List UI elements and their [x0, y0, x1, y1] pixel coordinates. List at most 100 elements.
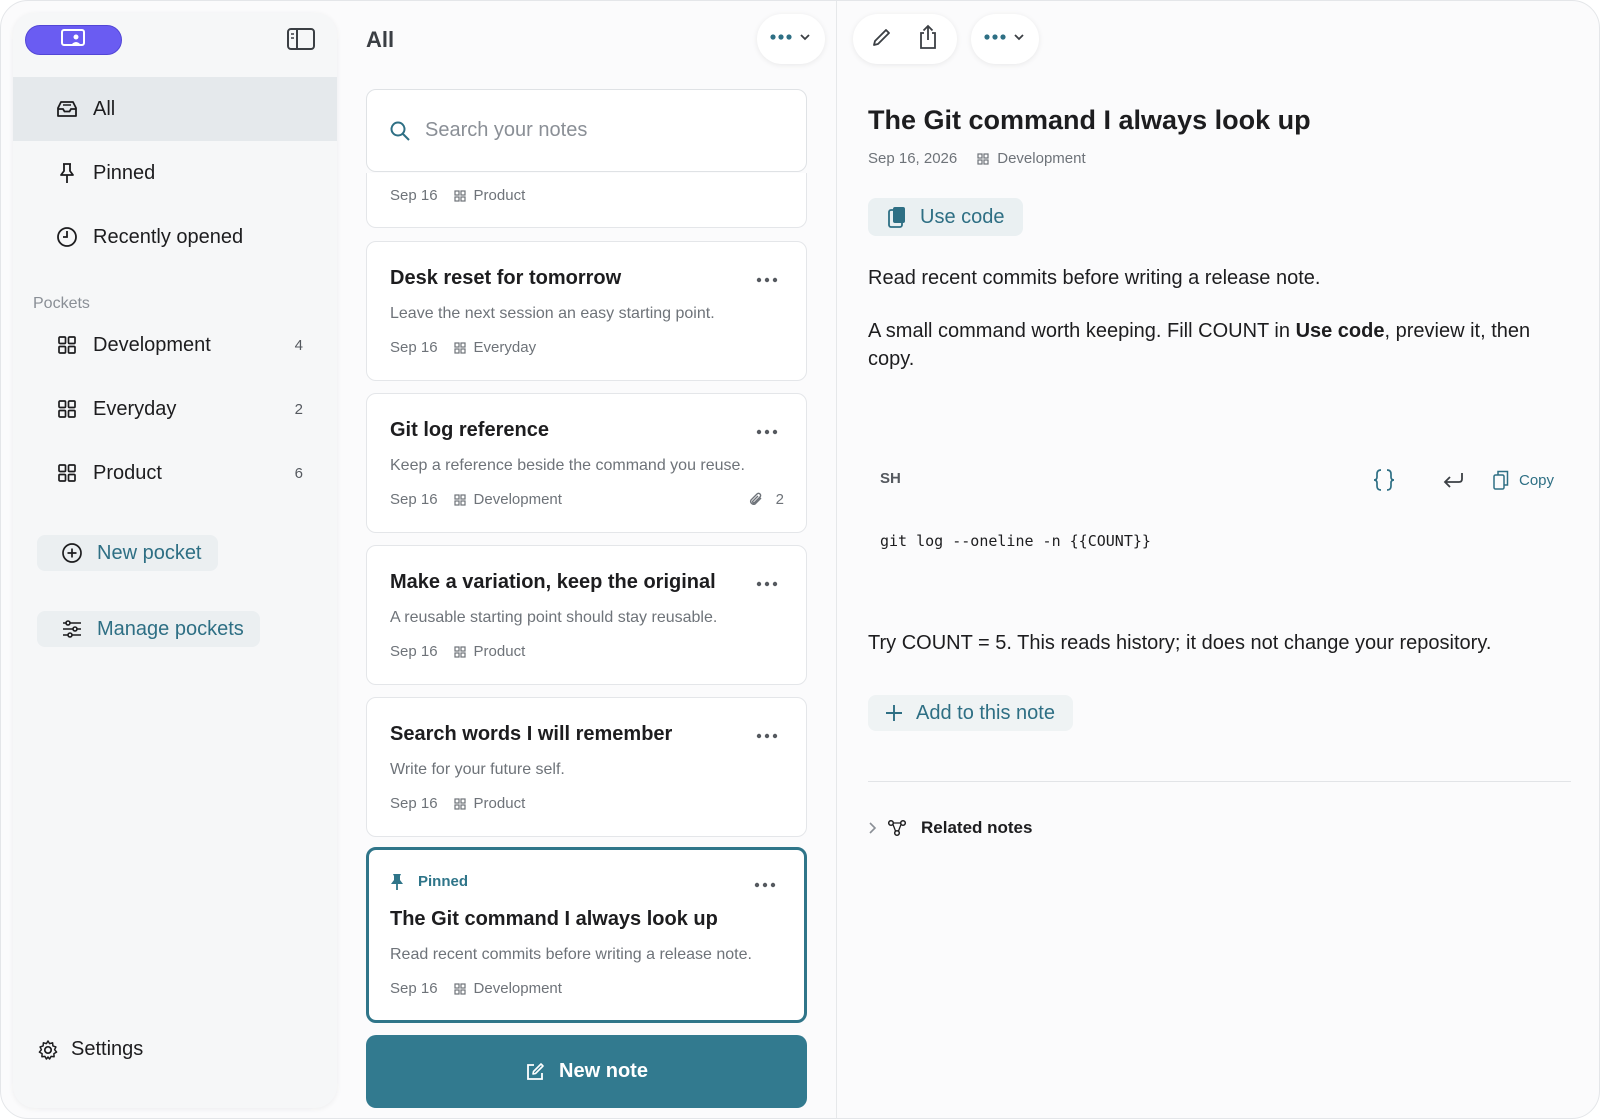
- gear-icon: [37, 1039, 59, 1061]
- add-to-note-button[interactable]: Add to this note: [868, 695, 1073, 731]
- text-run-bold: Use code: [1295, 320, 1385, 342]
- nav-item-all[interactable]: All: [13, 77, 337, 141]
- sliders-icon: [61, 618, 83, 640]
- pocket-item-development[interactable]: Development 4: [13, 313, 337, 377]
- grid-icon: [55, 333, 79, 357]
- card-pocket: Everyday: [473, 339, 537, 356]
- grid-icon: [453, 645, 466, 658]
- copy-code-button[interactable]: Copy: [1493, 467, 1554, 493]
- grid-icon: [55, 461, 79, 485]
- new-pocket-button[interactable]: New pocket: [37, 535, 218, 571]
- compose-icon: [525, 1062, 545, 1082]
- pocket-item-product[interactable]: Product 6: [13, 441, 337, 505]
- note-card[interactable]: Git log reference Keep a reference besid…: [366, 393, 807, 533]
- grid-icon: [453, 982, 466, 995]
- card-title: Git log reference: [390, 419, 549, 441]
- paperclip-icon: [748, 492, 764, 508]
- card-description: Leave the next session an easy starting …: [390, 305, 715, 322]
- manage-pockets-button[interactable]: Manage pockets: [37, 611, 260, 647]
- nav-label: Pinned: [93, 161, 156, 184]
- note-paragraph: Try COUNT = 5. This reads history; it do…: [868, 632, 1492, 654]
- more-icon[interactable]: [752, 880, 778, 890]
- graph-nodes-icon: [887, 819, 907, 837]
- note-card[interactable]: Make a variation, keep the original A re…: [366, 545, 807, 685]
- card-date: Sep 16: [390, 795, 438, 812]
- note-card-partial[interactable]: Sep 16 Product: [366, 173, 807, 228]
- more-icon[interactable]: [754, 579, 780, 589]
- attachment-count-value: 2: [775, 491, 784, 508]
- clock-icon: [55, 225, 79, 249]
- note-paragraph: Read recent commits before writing a rel…: [868, 267, 1321, 289]
- more-dropdown-icon: [769, 30, 813, 48]
- workspace-icon: [60, 28, 88, 53]
- pane-divider: [836, 1, 837, 1118]
- new-pocket-label: New pocket: [97, 541, 202, 564]
- pocket-count: 6: [294, 464, 303, 482]
- note-date: Sep 16, 2026: [868, 150, 958, 167]
- grid-icon: [453, 797, 466, 810]
- pin-icon: [390, 873, 406, 890]
- card-title: Make a variation, keep the original: [390, 571, 716, 593]
- add-to-note-label: Add to this note: [916, 701, 1055, 724]
- app-window: All Pinned Recently opened Pockets Devel…: [0, 0, 1600, 1119]
- clipboard-code-icon: [886, 205, 908, 229]
- grid-icon: [977, 152, 989, 165]
- code-block-text: git log --oneline -n {{COUNT}}: [880, 532, 1151, 550]
- settings-button[interactable]: Settings: [37, 1038, 143, 1061]
- braces-icon[interactable]: [1373, 467, 1395, 493]
- manage-pockets-label: Manage pockets: [97, 617, 244, 640]
- card-pocket: Product: [473, 187, 526, 204]
- more-icon[interactable]: [754, 731, 780, 741]
- note-card[interactable]: Search words I will remember Write for y…: [366, 697, 807, 837]
- sidebar-icon: [286, 27, 316, 56]
- list-title: All: [366, 27, 395, 52]
- more-icon[interactable]: [754, 427, 780, 437]
- new-note-button[interactable]: New note: [366, 1035, 807, 1108]
- wrap-return-icon[interactable]: [1442, 467, 1466, 493]
- nav-label: All: [93, 97, 116, 120]
- card-description: Read recent commits before writing a rel…: [390, 946, 752, 963]
- detail-toolbar-group: [853, 14, 957, 64]
- plus-circle-icon: [61, 542, 83, 564]
- nav-item-pinned[interactable]: Pinned: [13, 141, 337, 205]
- card-date: Sep 16: [390, 339, 438, 356]
- note-card-selected[interactable]: Pinned The Git command I always look up …: [366, 847, 807, 1023]
- card-pocket: Product: [473, 643, 526, 660]
- sidebar-toggle-button[interactable]: [285, 25, 317, 57]
- related-notes-label: Related notes: [921, 818, 1033, 837]
- pocket-count: 2: [294, 400, 303, 418]
- card-meta: Sep 16 Development: [390, 980, 562, 997]
- copy-label: Copy: [1519, 471, 1555, 489]
- note-paragraph: A small command worth keeping. Fill COUN…: [868, 317, 1568, 373]
- card-pocket: Product: [473, 795, 526, 812]
- card-title: Desk reset for tomorrow: [390, 267, 622, 289]
- use-code-button[interactable]: Use code: [868, 198, 1023, 236]
- chevron-right-icon: [867, 821, 879, 835]
- nav-item-recently-opened[interactable]: Recently opened: [13, 205, 337, 269]
- card-date: Sep 16: [390, 491, 438, 508]
- list-more-menu-button[interactable]: [757, 14, 825, 64]
- card-description: Keep a reference beside the command you …: [390, 457, 745, 474]
- more-icon[interactable]: [754, 275, 780, 285]
- pocket-label: Everyday: [93, 397, 177, 420]
- note-card[interactable]: Desk reset for tomorrow Leave the next s…: [366, 241, 807, 381]
- grid-icon: [453, 341, 466, 354]
- edit-pencil-icon[interactable]: [871, 26, 893, 53]
- note-title: The Git command I always look up: [868, 105, 1311, 135]
- card-meta: Sep 16 Development: [390, 491, 562, 508]
- detail-more-menu-button[interactable]: [971, 14, 1039, 64]
- pin-icon: [55, 161, 79, 185]
- card-description: Write for your future self.: [390, 761, 565, 778]
- related-notes-toggle[interactable]: Related notes: [867, 818, 1032, 838]
- code-language-label: SH: [880, 470, 901, 487]
- share-icon[interactable]: [917, 24, 939, 55]
- grid-icon: [453, 493, 466, 506]
- card-date: Sep 16: [390, 643, 438, 660]
- app-switcher-button[interactable]: [25, 25, 122, 55]
- plus-icon: [884, 703, 904, 723]
- pocket-item-everyday[interactable]: Everyday 2: [13, 377, 337, 441]
- attachment-count: 2: [748, 491, 784, 508]
- nav-label: Recently opened: [93, 225, 244, 248]
- search-input[interactable]: [425, 119, 785, 142]
- pockets-section-label: Pockets: [33, 295, 90, 312]
